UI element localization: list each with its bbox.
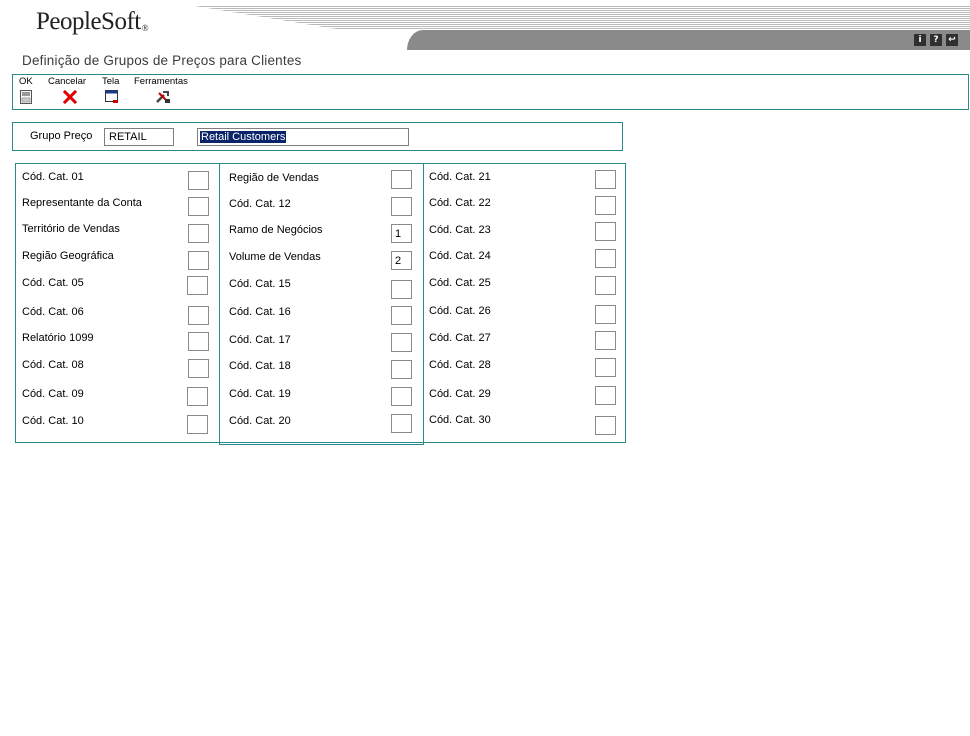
category-label-17: Cód. Cat. 17 xyxy=(229,334,291,346)
toolbar: OK Cancelar Tela Ferramentas xyxy=(12,74,969,110)
category-field-01[interactable] xyxy=(188,171,209,190)
category-label-21: Cód. Cat. 21 xyxy=(429,171,491,183)
category-label-12: Cód. Cat. 12 xyxy=(229,198,291,210)
category-label-10: Cód. Cat. 10 xyxy=(22,415,84,427)
category-field-18[interactable] xyxy=(391,360,412,379)
category-field-12[interactable] xyxy=(391,197,412,216)
category-label-28: Cód. Cat. 28 xyxy=(429,359,491,371)
category-label-11: Região de Vendas xyxy=(229,172,319,184)
banner-stripes xyxy=(195,6,970,30)
price-group-code-field[interactable]: RETAIL xyxy=(104,128,174,146)
header-icons: i ? ↩ xyxy=(914,34,958,46)
category-label-01: Cód. Cat. 01 xyxy=(22,171,84,183)
category-label-27: Cód. Cat. 27 xyxy=(429,332,491,344)
category-field-24[interactable] xyxy=(595,249,616,268)
help-icon[interactable]: ? xyxy=(930,34,942,46)
price-group-description-text: Retail Customers xyxy=(200,131,287,143)
category-field-10[interactable] xyxy=(187,415,208,434)
category-field-26[interactable] xyxy=(595,305,616,324)
category-field-06[interactable] xyxy=(188,306,209,325)
category-label-13: Ramo de Negócios xyxy=(229,224,323,236)
screen-label: Tela xyxy=(102,76,120,87)
category-label-19: Cód. Cat. 19 xyxy=(229,388,291,400)
category-field-30[interactable] xyxy=(595,416,616,435)
category-label-24: Cód. Cat. 24 xyxy=(429,250,491,262)
category-field-19[interactable] xyxy=(391,387,412,406)
category-field-08[interactable] xyxy=(188,359,209,378)
category-field-22[interactable] xyxy=(595,196,616,215)
category-label-07: Relatório 1099 xyxy=(22,332,94,344)
category-label-15: Cód. Cat. 15 xyxy=(229,278,291,290)
header-banner xyxy=(195,6,970,50)
category-label-20: Cód. Cat. 20 xyxy=(229,415,291,427)
category-field-09[interactable] xyxy=(187,387,208,406)
tools-button[interactable]: Ferramentas xyxy=(134,76,188,87)
exit-icon[interactable]: ↩ xyxy=(946,34,958,46)
category-label-18: Cód. Cat. 18 xyxy=(229,360,291,372)
screen-button[interactable]: Tela xyxy=(102,76,119,87)
category-field-23[interactable] xyxy=(595,222,616,241)
category-label-08: Cód. Cat. 08 xyxy=(22,359,84,371)
category-field-17[interactable] xyxy=(391,333,412,352)
price-group-header: Grupo Preço RETAIL Retail Customers xyxy=(12,122,623,151)
category-label-16: Cód. Cat. 16 xyxy=(229,306,291,318)
category-label-23: Cód. Cat. 23 xyxy=(429,224,491,236)
category-label-22: Cód. Cat. 22 xyxy=(429,197,491,209)
category-field-28[interactable] xyxy=(595,358,616,377)
cancel-x-icon[interactable] xyxy=(63,90,77,104)
category-field-04[interactable] xyxy=(188,251,209,270)
category-label-25: Cód. Cat. 25 xyxy=(429,277,491,289)
category-label-14: Volume de Vendas xyxy=(229,251,321,263)
category-field-11[interactable] xyxy=(391,170,412,189)
category-field-16[interactable] xyxy=(391,306,412,325)
save-icon[interactable] xyxy=(20,90,32,104)
category-field-07[interactable] xyxy=(188,332,209,351)
price-group-label: Grupo Preço xyxy=(30,130,93,142)
category-label-05: Cód. Cat. 05 xyxy=(22,277,84,289)
page-title: Definição de Grupos de Preços para Clien… xyxy=(22,53,302,68)
category-label-02: Representante da Conta xyxy=(22,197,142,209)
peoplesoft-logo: PeopleSoft® xyxy=(36,8,149,36)
tools-label: Ferramentas xyxy=(134,76,188,87)
ok-label: OK xyxy=(19,76,33,87)
category-label-30: Cód. Cat. 30 xyxy=(429,414,491,426)
category-label-06: Cód. Cat. 06 xyxy=(22,306,84,318)
cancel-button[interactable]: Cancelar xyxy=(48,76,86,87)
category-field-29[interactable] xyxy=(595,386,616,405)
category-field-13[interactable]: 1 xyxy=(391,224,412,243)
category-field-02[interactable] xyxy=(188,197,209,216)
category-label-26: Cód. Cat. 26 xyxy=(429,305,491,317)
category-label-03: Território de Vendas xyxy=(22,223,120,235)
category-field-20[interactable] xyxy=(391,414,412,433)
category-field-03[interactable] xyxy=(188,224,209,243)
category-field-25[interactable] xyxy=(595,276,616,295)
cancel-label: Cancelar xyxy=(48,76,87,87)
category-field-21[interactable] xyxy=(595,170,616,189)
category-label-09: Cód. Cat. 09 xyxy=(22,388,84,400)
screen-icon[interactable] xyxy=(105,90,119,104)
category-field-14[interactable]: 2 xyxy=(391,251,412,270)
info-icon[interactable]: i xyxy=(914,34,926,46)
category-label-29: Cód. Cat. 29 xyxy=(429,388,491,400)
category-field-05[interactable] xyxy=(187,276,208,295)
brand-name: PeopleSoft xyxy=(36,8,141,35)
category-label-04: Região Geográfica xyxy=(22,250,114,262)
price-group-description-field[interactable]: Retail Customers xyxy=(197,128,409,146)
ok-button[interactable]: OK xyxy=(19,76,33,87)
tools-icon[interactable] xyxy=(155,90,171,104)
registered-mark: ® xyxy=(141,23,149,33)
banner-bar xyxy=(407,30,970,50)
category-field-15[interactable] xyxy=(391,280,412,299)
category-field-27[interactable] xyxy=(595,331,616,350)
